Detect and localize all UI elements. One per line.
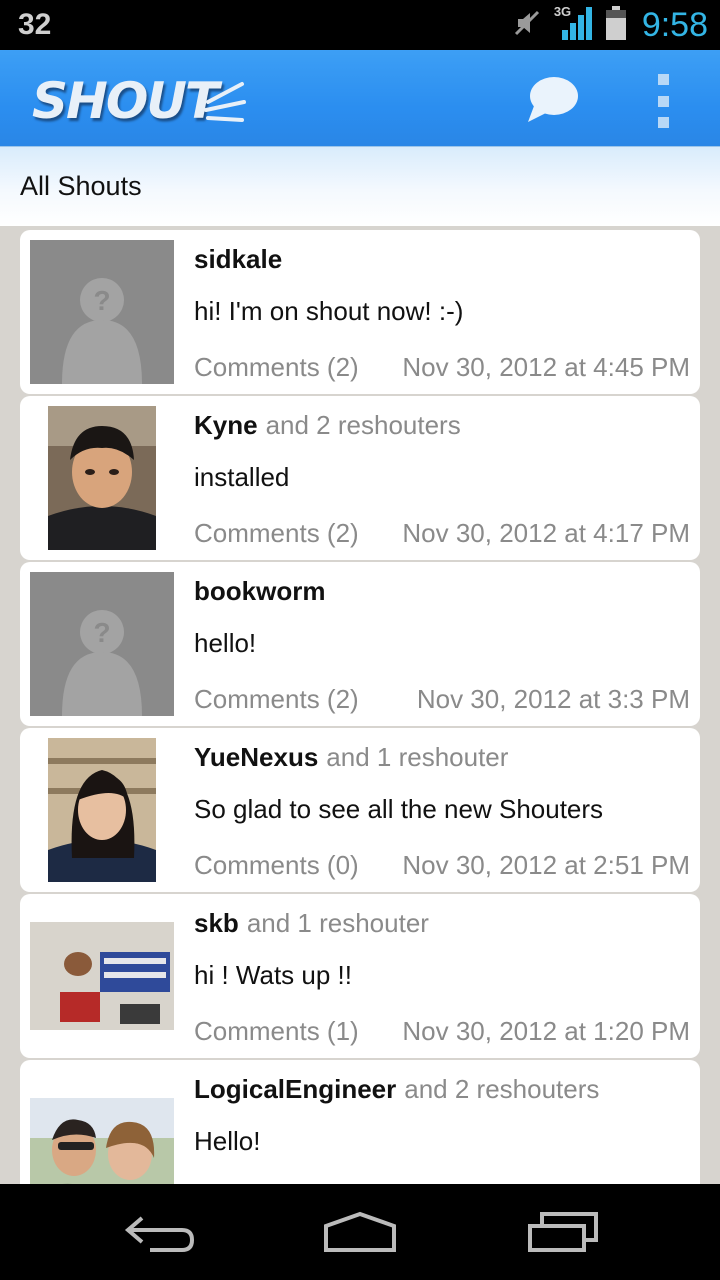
network-type: 3G [553, 3, 572, 19]
shout-timestamp: Nov 30, 2012 at 4:45 PM [402, 352, 690, 382]
shout-comments-link[interactable]: Comments (2) [194, 684, 359, 715]
shout-card[interactable]: ? bookworm hello! Comments (2) Nov 30, 2… [20, 562, 700, 726]
overflow-menu-icon [657, 74, 669, 85]
back-button[interactable] [120, 1208, 200, 1258]
shout-message: hello! [194, 628, 257, 658]
shout-username[interactable]: bookworm [194, 576, 325, 606]
shout-reshouters[interactable]: and 2 reshouters [266, 410, 461, 440]
shout-header: sidkale [194, 244, 282, 275]
shout-message: So glad to see all the new Shouters [194, 794, 604, 824]
mute-icon [512, 8, 542, 43]
avatar[interactable]: ? [30, 572, 174, 716]
shout-reshouters[interactable]: and 1 reshouter [247, 908, 429, 938]
shout-username[interactable]: Kyne [194, 410, 258, 440]
signal-icon: 3G [553, 3, 594, 45]
user-photo-icon [30, 1098, 174, 1184]
avatar[interactable] [30, 922, 174, 1030]
new-shout-button[interactable] [520, 72, 584, 128]
shout-card[interactable]: skb and 1 reshouter hi ! Wats up !! Comme… [20, 894, 700, 1058]
shout-timestamp: Nov 30, 2012 at 1:20 PM [402, 1016, 690, 1046]
battery-icon [605, 5, 626, 45]
svg-text:?: ? [93, 617, 110, 648]
default-avatar-icon: ? [30, 572, 174, 716]
shout-message: installed [194, 462, 290, 492]
avatar[interactable]: ? [30, 240, 174, 384]
overflow-menu-button[interactable] [640, 74, 686, 128]
status-bar: 32 3G 9:58 [0, 0, 720, 50]
shout-list[interactable]: ? sidkale hi! I'm on shout now! :-) Comm… [0, 226, 720, 1184]
shout-username[interactable]: LogicalEngineer [194, 1074, 396, 1104]
avatar[interactable] [48, 406, 156, 550]
status-notification-count: 32 [18, 8, 52, 41]
shout-message: Hello! [194, 1126, 261, 1156]
shout-comments-link[interactable]: Comments (1) [194, 1016, 359, 1047]
filter-bar[interactable]: All Shouts [0, 146, 720, 226]
shout-header: YueNexus and 1 reshouter [194, 742, 508, 773]
shout-message: hi ! Wats up !! [194, 960, 352, 990]
recent-apps-button[interactable] [524, 1208, 604, 1258]
recent-apps-icon [528, 1212, 598, 1252]
avatar[interactable] [30, 1098, 174, 1184]
home-button[interactable] [320, 1208, 400, 1258]
shout-timestamp: Nov 30, 2012 at 3:3 PM [416, 684, 690, 714]
overflow-dot [657, 95, 669, 107]
shout-header: bookworm [194, 576, 325, 607]
shout-card[interactable]: YueNexus and 1 reshouter So glad to see a… [20, 728, 700, 892]
logo-lines-icon [204, 82, 246, 122]
user-photo-icon [48, 738, 156, 882]
app-logo-text: SHOUT [32, 72, 219, 130]
shout-card[interactable]: LogicalEngineer and 2 reshouters Hello! [20, 1060, 700, 1184]
shout-username[interactable]: YueNexus [194, 742, 318, 772]
shout-card[interactable]: ? sidkale hi! I'm on shout now! :-) Comm… [20, 230, 700, 394]
action-bar: SHOUT [0, 50, 720, 146]
shout-message: hi! I'm on shout now! :-) [194, 296, 464, 326]
shout-header: LogicalEngineer and 2 reshouters [194, 1074, 599, 1105]
user-photo-icon [48, 406, 156, 550]
default-avatar-icon: ? [30, 240, 174, 384]
app-logo[interactable]: SHOUT [32, 64, 252, 134]
status-icons: 3G 9:58 [500, 4, 708, 46]
home-icon [324, 1211, 396, 1252]
chat-bubble-icon [528, 77, 578, 122]
back-icon [124, 1216, 195, 1252]
shout-comments-link[interactable]: Comments (2) [194, 518, 359, 549]
shout-timestamp: Nov 30, 2012 at 4:17 PM [402, 518, 690, 548]
shout-timestamp: Nov 30, 2012 at 2:51 PM [402, 850, 690, 880]
shout-reshouters[interactable]: and 2 reshouters [404, 1074, 599, 1104]
navigation-bar [0, 1184, 720, 1280]
filter-label: All Shouts [20, 171, 142, 201]
shout-header: Kyne and 2 reshouters [194, 410, 461, 441]
avatar[interactable] [48, 738, 156, 882]
shout-header: skb and 1 reshouter [194, 908, 429, 939]
shout-card[interactable]: Kyne and 2 reshouters installed Comments … [20, 396, 700, 560]
shout-username[interactable]: sidkale [194, 244, 282, 274]
overflow-dot [657, 117, 669, 128]
shout-comments-link[interactable]: Comments (2) [194, 352, 359, 383]
svg-text:?: ? [93, 285, 110, 316]
user-photo-icon [30, 922, 174, 1030]
status-time: 9:58 [641, 5, 708, 44]
shout-comments-link[interactable]: Comments (0) [194, 850, 359, 881]
shout-reshouters[interactable]: and 1 reshouter [326, 742, 508, 772]
shout-username[interactable]: skb [194, 908, 239, 938]
